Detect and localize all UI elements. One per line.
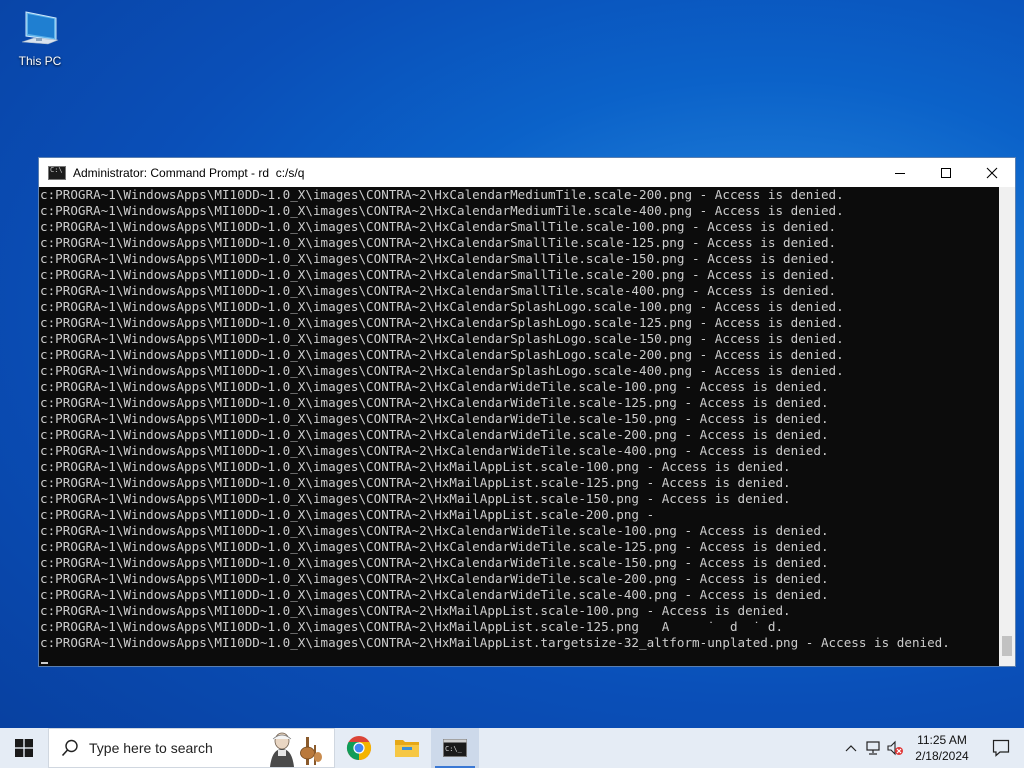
console-line: c:PROGRA~1\WindowsApps\MI10DD~1.0_X\imag… (40, 331, 844, 346)
taskbar-app-file-explorer[interactable] (383, 728, 431, 768)
start-button[interactable] (0, 728, 48, 768)
console-line: c:PROGRA~1\WindowsApps\MI10DD~1.0_X\imag… (40, 411, 829, 426)
console-line: c:PROGRA~1\WindowsApps\MI10DD~1.0_X\imag… (40, 619, 784, 634)
console-line: c:PROGRA~1\WindowsApps\MI10DD~1.0_X\imag… (40, 507, 655, 522)
network-button[interactable] (862, 728, 884, 768)
vertical-scrollbar[interactable] (999, 187, 1015, 666)
computer-icon (18, 8, 62, 52)
console-line: c:PROGRA~1\WindowsApps\MI10DD~1.0_X\imag… (40, 443, 829, 458)
scrollbar-thumb[interactable] (1002, 636, 1012, 656)
console-line: c:PROGRA~1\WindowsApps\MI10DD~1.0_X\imag… (40, 555, 829, 570)
console-line: c:PROGRA~1\WindowsApps\MI10DD~1.0_X\imag… (40, 379, 829, 394)
file-explorer-icon (395, 740, 419, 757)
tray-overflow-button[interactable] (840, 728, 862, 768)
console-line: c:PROGRA~1\WindowsApps\MI10DD~1.0_X\imag… (40, 267, 837, 282)
clock-date: 2/18/2024 (915, 749, 969, 763)
console-line: c:PROGRA~1\WindowsApps\MI10DD~1.0_X\imag… (40, 571, 829, 586)
window-title: Administrator: Command Prompt - rd c:/s/… (73, 165, 305, 180)
search-highlight-illustration-icon (270, 732, 322, 767)
console-line: c:PROGRA~1\WindowsApps\MI10DD~1.0_X\imag… (40, 395, 829, 410)
text-cursor (41, 662, 48, 664)
network-icon (866, 741, 880, 755)
console-line: c:PROGRA~1\WindowsApps\MI10DD~1.0_X\imag… (40, 587, 829, 602)
volume-muted-icon (887, 740, 903, 756)
chevron-up-icon (845, 745, 857, 752)
minimize-icon (895, 172, 905, 174)
maximize-button[interactable] (923, 158, 969, 187)
console-line: c:PROGRA~1\WindowsApps\MI10DD~1.0_X\imag… (40, 603, 791, 618)
search-icon (61, 739, 78, 757)
close-button[interactable] (969, 158, 1015, 187)
maximize-icon (941, 167, 951, 178)
console-output[interactable]: c:PROGRA~1\WindowsApps\MI10DD~1.0_X\imag… (39, 187, 999, 666)
desktop-icon-label: This PC (18, 54, 62, 68)
console-line: c:PROGRA~1\WindowsApps\MI10DD~1.0_X\imag… (40, 187, 844, 202)
console-line: c:PROGRA~1\WindowsApps\MI10DD~1.0_X\imag… (40, 539, 829, 554)
close-icon (986, 167, 998, 178)
windows-logo-icon (15, 739, 33, 757)
console-line: c:PROGRA~1\WindowsApps\MI10DD~1.0_X\imag… (40, 491, 791, 506)
system-tray: 11:25 AM 2/18/2024 (840, 728, 1024, 768)
command-prompt-icon (48, 165, 66, 180)
console-line: c:PROGRA~1\WindowsApps\MI10DD~1.0_X\imag… (40, 203, 844, 218)
console-text: c:PROGRA~1\WindowsApps\MI10DD~1.0_X\imag… (39, 187, 999, 651)
desktop-icon-this-pc[interactable]: This PC (12, 8, 68, 68)
console-line: c:PROGRA~1\WindowsApps\MI10DD~1.0_X\imag… (40, 475, 791, 490)
command-prompt-icon: C:\_ (443, 739, 467, 757)
window-titlebar[interactable]: Administrator: Command Prompt - rd c:/s/… (39, 158, 1015, 187)
console-line: c:PROGRA~1\WindowsApps\MI10DD~1.0_X\imag… (40, 427, 829, 442)
taskbar-app-chrome[interactable] (335, 728, 383, 768)
taskbar-search-box[interactable]: Type here to search (48, 728, 335, 768)
console-line: c:PROGRA~1\WindowsApps\MI10DD~1.0_X\imag… (40, 235, 837, 250)
console-line: c:PROGRA~1\WindowsApps\MI10DD~1.0_X\imag… (40, 219, 837, 234)
console-line: c:PROGRA~1\WindowsApps\MI10DD~1.0_X\imag… (40, 523, 829, 538)
console-line: c:PROGRA~1\WindowsApps\MI10DD~1.0_X\imag… (40, 283, 837, 298)
console-line: c:PROGRA~1\WindowsApps\MI10DD~1.0_X\imag… (40, 459, 791, 474)
clock-time: 11:25 AM (917, 733, 967, 747)
taskbar-clock[interactable]: 11:25 AM 2/18/2024 (906, 732, 978, 764)
command-prompt-window: Administrator: Command Prompt - rd c:/s/… (38, 157, 1016, 667)
console-line: c:PROGRA~1\WindowsApps\MI10DD~1.0_X\imag… (40, 363, 844, 378)
chrome-icon (346, 736, 372, 760)
console-line: c:PROGRA~1\WindowsApps\MI10DD~1.0_X\imag… (40, 635, 950, 650)
search-placeholder: Type here to search (89, 740, 213, 756)
console-line: c:PROGRA~1\WindowsApps\MI10DD~1.0_X\imag… (40, 347, 844, 362)
taskbar: Type here to search C:\_ 11:25 AM 2/18/2… (0, 728, 1024, 768)
console-line: c:PROGRA~1\WindowsApps\MI10DD~1.0_X\imag… (40, 251, 837, 266)
minimize-button[interactable] (877, 158, 923, 187)
action-center-button[interactable] (978, 728, 1024, 768)
console-line: c:PROGRA~1\WindowsApps\MI10DD~1.0_X\imag… (40, 299, 844, 314)
notification-icon (992, 739, 1010, 757)
volume-button[interactable] (884, 728, 906, 768)
console-line: c:PROGRA~1\WindowsApps\MI10DD~1.0_X\imag… (40, 315, 844, 330)
svg-text:C:\_: C:\_ (445, 745, 463, 753)
taskbar-app-command-prompt[interactable]: C:\_ (431, 728, 479, 768)
